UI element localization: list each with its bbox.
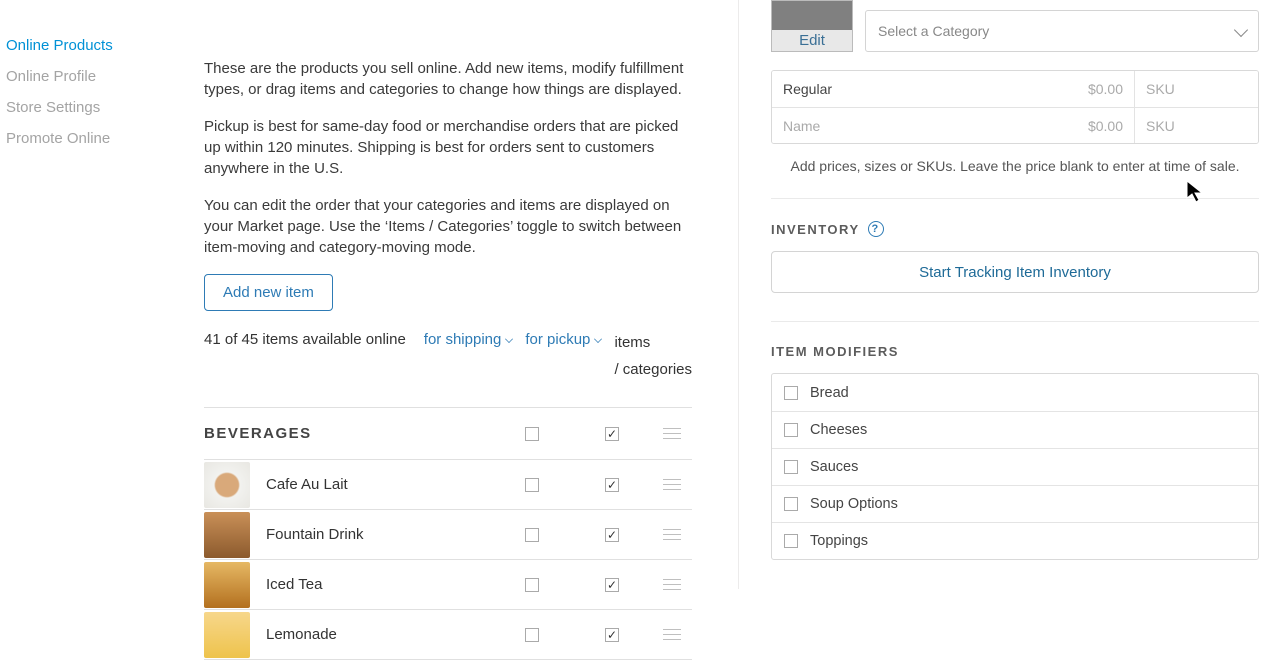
item-row[interactable]: Lemonade xyxy=(204,610,692,660)
item-pickup-checkbox[interactable] xyxy=(605,528,619,542)
sidebar-item-store-settings[interactable]: Store Settings xyxy=(6,92,178,123)
modifier-label: Soup Options xyxy=(810,496,898,512)
category-pickup-checkbox[interactable] xyxy=(605,427,619,441)
filter-pickup-dropdown[interactable]: for pickup xyxy=(525,329,602,348)
sidebar: Online Products Online Profile Store Set… xyxy=(0,0,178,589)
available-count: 41 of 45 items available online xyxy=(204,329,406,348)
variant-price-input[interactable] xyxy=(1060,108,1134,143)
modifier-checkbox[interactable] xyxy=(784,386,798,400)
inventory-label-text: INVENTORY xyxy=(771,222,860,237)
modifier-row[interactable]: Cheeses xyxy=(772,411,1258,448)
add-new-item-button[interactable]: Add new item xyxy=(204,274,333,311)
help-icon[interactable]: ? xyxy=(868,221,884,237)
variant-sku-input[interactable] xyxy=(1134,108,1258,143)
chevron-down-icon xyxy=(1234,22,1248,36)
filter-pickup-label: for pickup xyxy=(525,331,590,348)
intro-para-2: Pickup is best for same-day food or merc… xyxy=(204,116,692,179)
category-title: BEVERAGES xyxy=(204,425,492,442)
category-select-placeholder: Select a Category xyxy=(878,23,989,39)
item-shipping-checkbox[interactable] xyxy=(525,478,539,492)
detail-panel: Edit Select a Category Add prices, sizes… xyxy=(738,0,1271,589)
items-categories-toggle[interactable]: items / categories xyxy=(614,329,692,383)
item-name: Fountain Drink xyxy=(266,526,492,543)
variant-table xyxy=(771,70,1259,144)
modifier-checkbox[interactable] xyxy=(784,460,798,474)
chevron-down-icon xyxy=(505,335,513,343)
start-tracking-button[interactable]: Start Tracking Item Inventory xyxy=(771,251,1259,293)
modifier-label: Sauces xyxy=(810,459,858,475)
item-row[interactable]: Fountain Drink xyxy=(204,510,692,560)
item-name: Cafe Au Lait xyxy=(266,476,492,493)
drag-handle-icon[interactable] xyxy=(663,529,681,541)
toggle-items-label: items xyxy=(614,329,692,356)
modifiers-section-label: ITEM MODIFIERS xyxy=(771,344,1259,359)
item-image-box[interactable]: Edit xyxy=(771,0,853,52)
modifier-label: Cheeses xyxy=(810,422,867,438)
item-name: Iced Tea xyxy=(266,576,492,593)
drag-handle-icon[interactable] xyxy=(663,428,681,440)
modifier-row[interactable]: Soup Options xyxy=(772,485,1258,522)
modifier-row[interactable]: Bread xyxy=(772,374,1258,411)
modifier-checkbox[interactable] xyxy=(784,534,798,548)
item-row[interactable]: Cafe Au Lait xyxy=(204,460,692,510)
edit-image-button[interactable]: Edit xyxy=(772,30,852,51)
modifiers-list: Bread Cheeses Sauces Soup Options Toppin… xyxy=(771,373,1259,560)
category-select[interactable]: Select a Category xyxy=(865,10,1259,52)
modifiers-label-text: ITEM MODIFIERS xyxy=(771,344,899,359)
sidebar-item-promote-online[interactable]: Promote Online xyxy=(6,123,178,154)
variant-hint: Add prices, sizes or SKUs. Leave the pri… xyxy=(771,158,1259,174)
item-thumbnail xyxy=(204,612,250,658)
variant-row xyxy=(772,71,1258,107)
intro-para-1: These are the products you sell online. … xyxy=(204,58,692,100)
category-header: BEVERAGES xyxy=(204,408,692,460)
intro-para-3: You can edit the order that your categor… xyxy=(204,195,692,258)
item-shipping-checkbox[interactable] xyxy=(525,578,539,592)
modifier-label: Toppings xyxy=(810,533,868,549)
item-row[interactable]: Iced Tea xyxy=(204,560,692,610)
item-shipping-checkbox[interactable] xyxy=(525,528,539,542)
variant-sku-input[interactable] xyxy=(1134,71,1258,107)
item-pickup-checkbox[interactable] xyxy=(605,478,619,492)
main-column: These are the products you sell online. … xyxy=(178,0,718,589)
filter-shipping-label: for shipping xyxy=(424,331,502,348)
toggle-categories-label: / categories xyxy=(614,356,692,383)
filter-shipping-dropdown[interactable]: for shipping xyxy=(424,329,514,348)
modifier-row[interactable]: Sauces xyxy=(772,448,1258,485)
sidebar-item-online-products[interactable]: Online Products xyxy=(6,30,178,61)
category-shipping-checkbox[interactable] xyxy=(525,427,539,441)
item-shipping-checkbox[interactable] xyxy=(525,628,539,642)
variant-row xyxy=(772,107,1258,143)
modifier-row[interactable]: Toppings xyxy=(772,522,1258,559)
item-thumbnail xyxy=(204,562,250,608)
item-name: Lemonade xyxy=(266,626,492,643)
modifier-checkbox[interactable] xyxy=(784,423,798,437)
sidebar-item-online-profile[interactable]: Online Profile xyxy=(6,61,178,92)
chevron-down-icon xyxy=(594,335,602,343)
drag-handle-icon[interactable] xyxy=(663,629,681,641)
inventory-section-label: INVENTORY ? xyxy=(771,221,1259,237)
variant-name-input[interactable] xyxy=(772,108,1060,143)
drag-handle-icon[interactable] xyxy=(663,479,681,491)
modifier-label: Bread xyxy=(810,385,849,401)
item-thumbnail xyxy=(204,462,250,508)
variant-price-input[interactable] xyxy=(1060,71,1134,107)
item-pickup-checkbox[interactable] xyxy=(605,578,619,592)
item-pickup-checkbox[interactable] xyxy=(605,628,619,642)
filter-row: 41 of 45 items available online for ship… xyxy=(204,329,692,408)
item-thumbnail xyxy=(204,512,250,558)
modifier-checkbox[interactable] xyxy=(784,497,798,511)
variant-name-input[interactable] xyxy=(772,71,1060,107)
